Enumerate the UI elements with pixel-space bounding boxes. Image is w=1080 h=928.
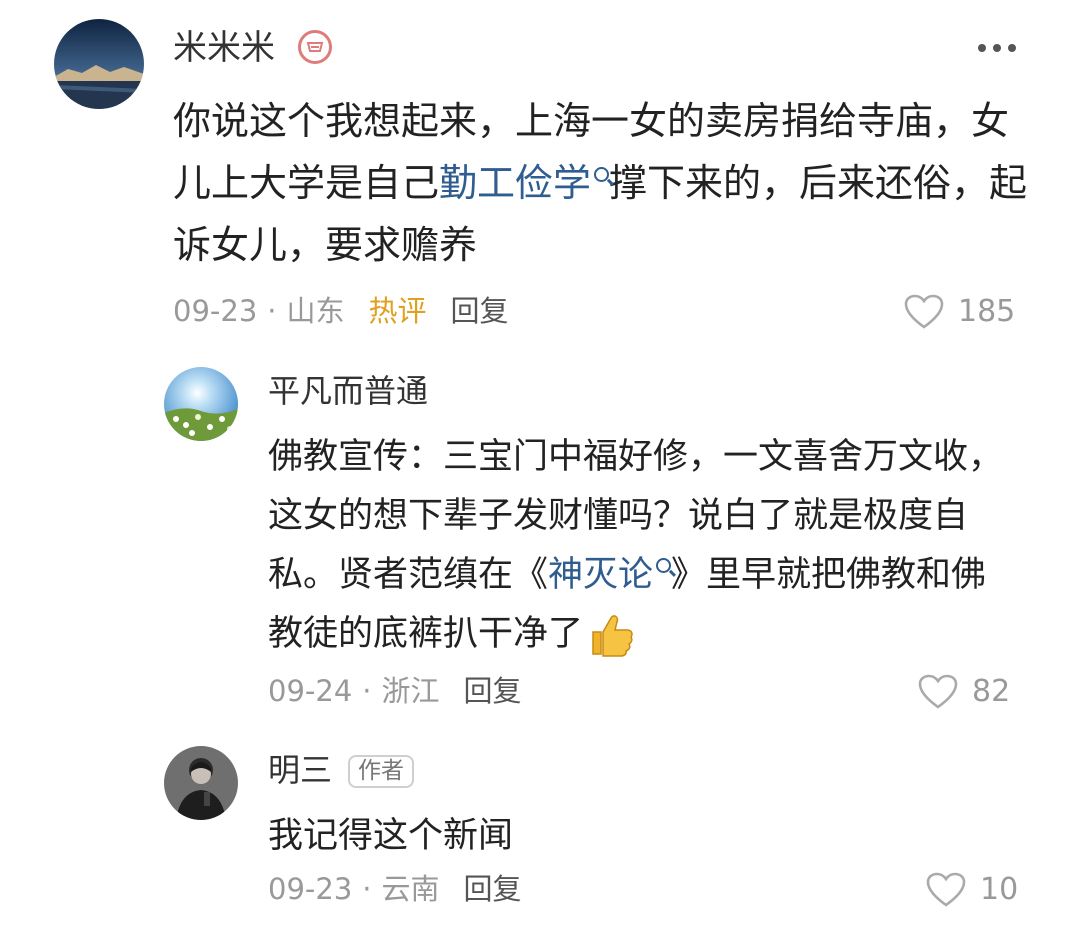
thumbs-up-emoji [592, 615, 633, 657]
search-link-label: 勤工俭学 [439, 161, 592, 205]
meta-separator: · [362, 872, 372, 906]
comment-meta: 09-23 · 山东 热评 回复 [173, 297, 509, 326]
search-icon [594, 167, 610, 183]
like-button[interactable]: 82 [918, 674, 1010, 710]
search-link-label: 神灭论 [548, 555, 654, 595]
username[interactable]: 米米米 [173, 31, 275, 65]
search-link[interactable]: 神灭论 [548, 555, 672, 595]
like-count: 82 [972, 674, 1011, 709]
comment-date: 09-23 [173, 294, 258, 328]
meta-separator: · [362, 674, 372, 708]
comment-text: 佛教宣传：三宝门中福好修，一文喜舍万文收，这女的想下辈子发财懂吗？说白了就是极度… [268, 428, 1018, 664]
avatar[interactable] [54, 19, 144, 109]
username[interactable]: 平凡而普通 [268, 375, 428, 407]
search-icon [656, 558, 672, 574]
heart-icon [904, 294, 944, 329]
comment-location: 云南 [381, 872, 440, 906]
comment-meta: 09-23 · 云南 回复 [268, 875, 522, 904]
meta-separator: · [267, 294, 277, 328]
comment-meta: 09-24 · 浙江 回复 [268, 677, 522, 706]
comment-text: 你说这个我想起来，上海一女的卖房捐给寺庙，女儿上大学是自己勤工俭学 撑下来的，后来… [173, 90, 1033, 276]
heart-icon [918, 674, 958, 709]
search-link[interactable]: 勤工俭学 [439, 161, 610, 205]
reply-button[interactable]: 回复 [464, 875, 522, 904]
heart-icon [926, 872, 966, 907]
comment-location: 浙江 [381, 674, 440, 708]
avatar[interactable] [164, 746, 238, 820]
more-options-icon[interactable] [978, 44, 1016, 52]
like-button[interactable]: 185 [904, 294, 1015, 330]
author-tag: 作者 [348, 755, 414, 788]
comment-location: 山东 [286, 294, 345, 328]
like-count: 185 [958, 294, 1016, 329]
reply-button[interactable]: 回复 [464, 677, 522, 706]
comment-date: 09-24 [268, 674, 353, 708]
like-button[interactable]: 10 [926, 872, 1018, 908]
hot-comment-label: 热评 [368, 294, 427, 328]
avatar[interactable] [164, 367, 238, 441]
username[interactable]: 明三 [268, 754, 332, 786]
comment-text: 我记得这个新闻 [268, 816, 514, 856]
reply-button[interactable]: 回复 [451, 297, 509, 326]
like-count: 10 [980, 872, 1019, 907]
comment-date: 09-23 [268, 872, 353, 906]
vip-badge-icon [298, 30, 332, 64]
